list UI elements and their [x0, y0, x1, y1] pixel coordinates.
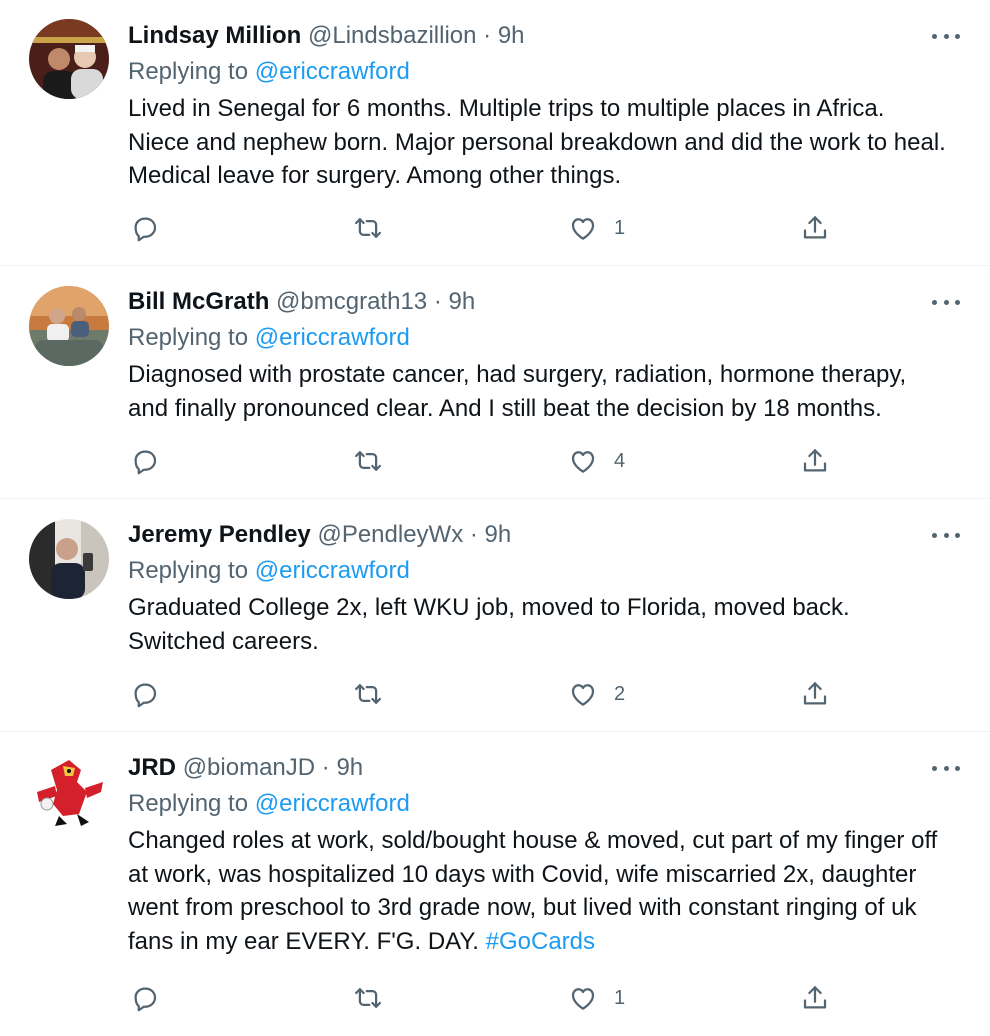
reply-button[interactable]	[130, 441, 160, 481]
like-button[interactable]: 2	[568, 674, 625, 714]
like-count: 2	[614, 682, 626, 705]
replying-to-label: Replying to	[128, 58, 255, 85]
retweet-icon	[355, 451, 381, 471]
tweet-content: Lindsay Million @Lindsbazillion · 9h Rep…	[128, 18, 950, 193]
timestamp[interactable]: 9h	[448, 288, 475, 315]
user-handle[interactable]: @PendleyWx	[317, 521, 463, 548]
reply-feed: Lindsay Million @Lindsbazillion · 9h Rep…	[0, 0, 990, 1036]
replying-to: Replying to @ericcrawford	[128, 54, 950, 90]
user-handle[interactable]: @Lindsbazillion	[308, 22, 476, 49]
like-button[interactable]: 1	[568, 208, 625, 248]
more-options-icon[interactable]	[932, 756, 960, 780]
retweet-button[interactable]	[353, 978, 383, 1018]
share-button[interactable]	[800, 978, 830, 1018]
reply-icon	[134, 217, 157, 242]
tweet-actions: 1	[128, 978, 848, 1018]
share-button[interactable]	[800, 674, 830, 714]
timestamp[interactable]: 9h	[485, 521, 512, 548]
tweet-text: Changed roles at work, sold/bought house…	[128, 824, 950, 958]
mention-link[interactable]: @ericcrawford	[255, 790, 410, 817]
avatar-photo	[29, 752, 109, 832]
more-options-icon[interactable]	[932, 523, 960, 547]
tweet-actions: 1	[128, 208, 848, 248]
reply-icon	[134, 987, 157, 1012]
replying-to: Replying to @ericcrawford	[128, 320, 950, 356]
replying-to: Replying to @ericcrawford	[128, 553, 950, 589]
timestamp[interactable]: 9h	[498, 22, 525, 49]
avatar[interactable]	[29, 286, 109, 366]
avatar-photo	[29, 19, 109, 99]
separator-dot: ·	[483, 22, 492, 49]
tweet-content: Bill McGrath @bmcgrath13 · 9h Replying t…	[128, 284, 950, 425]
mention-link[interactable]: @ericcrawford	[255, 58, 410, 85]
avatar[interactable]	[29, 19, 109, 99]
reply-button[interactable]	[130, 978, 160, 1018]
tweet-content: Jeremy Pendley @PendleyWx · 9h Replying …	[128, 517, 950, 658]
reply-button[interactable]	[130, 208, 160, 248]
heart-icon	[571, 684, 595, 706]
share-icon	[803, 682, 827, 705]
avatar-photo	[29, 286, 109, 366]
share-button[interactable]	[800, 208, 830, 248]
reply-icon	[134, 450, 157, 475]
tweet[interactable]: Jeremy Pendley @PendleyWx · 9h Replying …	[0, 499, 990, 732]
reply-icon	[134, 683, 157, 708]
like-button[interactable]: 4	[568, 441, 625, 481]
like-count: 1	[614, 216, 626, 239]
retweet-icon	[355, 988, 381, 1008]
tweet-text: Lived in Senegal for 6 months. Multiple …	[128, 95, 946, 189]
avatar[interactable]	[29, 519, 109, 599]
replying-to-label: Replying to	[128, 557, 255, 584]
tweet[interactable]: JRD @biomanJD · 9h Replying to @ericcraw…	[0, 732, 990, 1036]
share-button[interactable]	[800, 441, 830, 481]
share-icon	[803, 216, 827, 239]
display-name[interactable]: Lindsay Million	[128, 22, 301, 49]
more-options-icon[interactable]	[932, 290, 960, 314]
display-name[interactable]: Jeremy Pendley	[128, 521, 311, 548]
hashtag-link[interactable]: #GoCards	[486, 928, 595, 955]
like-count: 4	[614, 449, 626, 472]
user-handle[interactable]: @bmcgrath13	[276, 288, 427, 315]
tweet[interactable]: Bill McGrath @bmcgrath13 · 9h Replying t…	[0, 266, 990, 499]
share-icon	[803, 986, 827, 1009]
heart-icon	[571, 451, 595, 473]
retweet-button[interactable]	[353, 441, 383, 481]
tweet-header: Bill McGrath @bmcgrath13 · 9h	[128, 284, 950, 320]
separator-dot: ·	[433, 288, 442, 315]
user-handle[interactable]: @biomanJD	[183, 754, 315, 781]
display-name[interactable]: JRD	[128, 754, 176, 781]
tweet-text: Graduated College 2x, left WKU job, move…	[128, 594, 850, 655]
avatar-photo	[29, 519, 109, 599]
tweet-header: JRD @biomanJD · 9h	[128, 750, 950, 786]
heart-icon	[571, 218, 595, 240]
heart-icon	[571, 988, 595, 1010]
tweet-content: JRD @biomanJD · 9h Replying to @ericcraw…	[128, 750, 950, 958]
separator-dot: ·	[469, 521, 478, 548]
reply-button[interactable]	[130, 674, 160, 714]
display-name[interactable]: Bill McGrath	[128, 288, 269, 315]
tweet-actions: 4	[128, 441, 848, 481]
tweet-header: Lindsay Million @Lindsbazillion · 9h	[128, 18, 950, 54]
tweet[interactable]: Lindsay Million @Lindsbazillion · 9h Rep…	[0, 0, 990, 266]
retweet-button[interactable]	[353, 208, 383, 248]
share-icon	[803, 449, 827, 472]
timestamp[interactable]: 9h	[336, 754, 363, 781]
retweet-icon	[355, 218, 381, 238]
mention-link[interactable]: @ericcrawford	[255, 324, 410, 351]
separator-dot: ·	[321, 754, 330, 781]
tweet-actions: 2	[128, 674, 848, 714]
replying-to-label: Replying to	[128, 324, 255, 351]
like-button[interactable]: 1	[568, 978, 625, 1018]
replying-to-label: Replying to	[128, 790, 255, 817]
like-count: 1	[614, 986, 626, 1009]
tweet-text: Diagnosed with prostate cancer, had surg…	[128, 361, 907, 422]
retweet-button[interactable]	[353, 674, 383, 714]
replying-to: Replying to @ericcrawford	[128, 786, 950, 822]
avatar[interactable]	[29, 752, 109, 832]
tweet-header: Jeremy Pendley @PendleyWx · 9h	[128, 517, 950, 553]
more-options-icon[interactable]	[932, 24, 960, 48]
mention-link[interactable]: @ericcrawford	[255, 557, 410, 584]
retweet-icon	[355, 684, 381, 704]
